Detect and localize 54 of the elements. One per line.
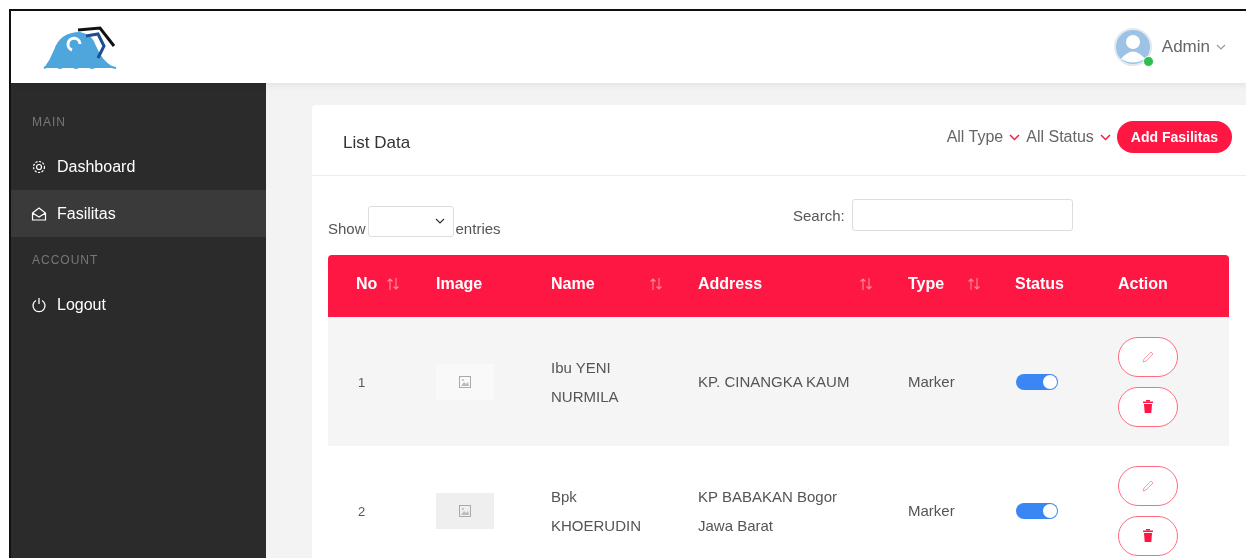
filter-dropdown[interactable]: All Status: [1026, 128, 1111, 146]
table-cell: 2: [358, 504, 366, 519]
caret-icon: [1009, 133, 1021, 141]
sidebar-item[interactable]: Dashboard: [11, 143, 266, 190]
pencil-icon: [1141, 478, 1155, 493]
sort-icon[interactable]: [860, 277, 872, 291]
image-placeholder: [436, 492, 494, 529]
column-header[interactable]: Address: [698, 275, 763, 293]
sidebar-heading: ACCOUNT: [31, 252, 100, 269]
table-cell-text: Bpk KHOERUDIN: [551, 486, 642, 536]
trash-icon: [1142, 400, 1154, 413]
image-placeholder: [436, 363, 494, 400]
search-label: Search:: [793, 206, 845, 224]
envelope-icon: [31, 205, 47, 222]
search-field[interactable]: [851, 199, 1073, 231]
column-header[interactable]: Image: [436, 275, 483, 293]
column-header[interactable]: Action: [1118, 275, 1168, 293]
sidebar-heading: MAIN: [31, 114, 67, 131]
status-toggle[interactable]: [1016, 502, 1058, 519]
filter-dropdown[interactable]: All Type: [946, 128, 1021, 146]
column-header[interactable]: Status: [1015, 275, 1064, 293]
sort-icon[interactable]: [650, 277, 662, 291]
card-title: List Data: [343, 132, 411, 153]
table-cell: Marker: [908, 373, 955, 390]
gear-icon: [31, 158, 47, 175]
sidebar-item[interactable]: Fasilitas: [11, 190, 266, 237]
sidebar-item[interactable]: Logout: [11, 281, 266, 328]
delete-button[interactable]: [1118, 515, 1178, 556]
table-cell: Marker: [908, 502, 955, 519]
table-cell: 1: [358, 375, 366, 390]
column-header[interactable]: Name: [551, 275, 595, 293]
table-cell-text: KP. CINANGKA KAUM: [698, 372, 851, 392]
table-cell-text: Ibu YENI NURMILA: [551, 357, 620, 407]
entries-select[interactable]: [367, 205, 454, 237]
caret-icon: [1216, 44, 1226, 50]
status-toggle[interactable]: [1016, 373, 1058, 390]
add-button[interactable]: Add Fasilitas: [1116, 121, 1232, 153]
column-header[interactable]: No: [356, 275, 378, 293]
user-avatar-icon[interactable]: [1113, 28, 1152, 66]
entries-label: entries: [455, 219, 501, 237]
edit-button[interactable]: [1118, 465, 1178, 506]
pencil-icon: [1141, 349, 1155, 364]
user-menu[interactable]: Admin: [1161, 37, 1226, 57]
power-icon: [31, 296, 47, 313]
sort-icon[interactable]: [968, 277, 980, 291]
show-label: Show: [328, 219, 366, 237]
table-cell-text: KP BABAKAN Bogor Jawa Barat: [698, 486, 838, 536]
caret-icon: [434, 218, 445, 224]
column-header[interactable]: Type: [908, 275, 945, 293]
sort-icon[interactable]: [387, 277, 400, 291]
delete-button[interactable]: [1118, 386, 1178, 427]
caret-icon: [1099, 133, 1111, 141]
edit-button[interactable]: [1118, 336, 1178, 377]
trash-icon: [1142, 529, 1154, 542]
